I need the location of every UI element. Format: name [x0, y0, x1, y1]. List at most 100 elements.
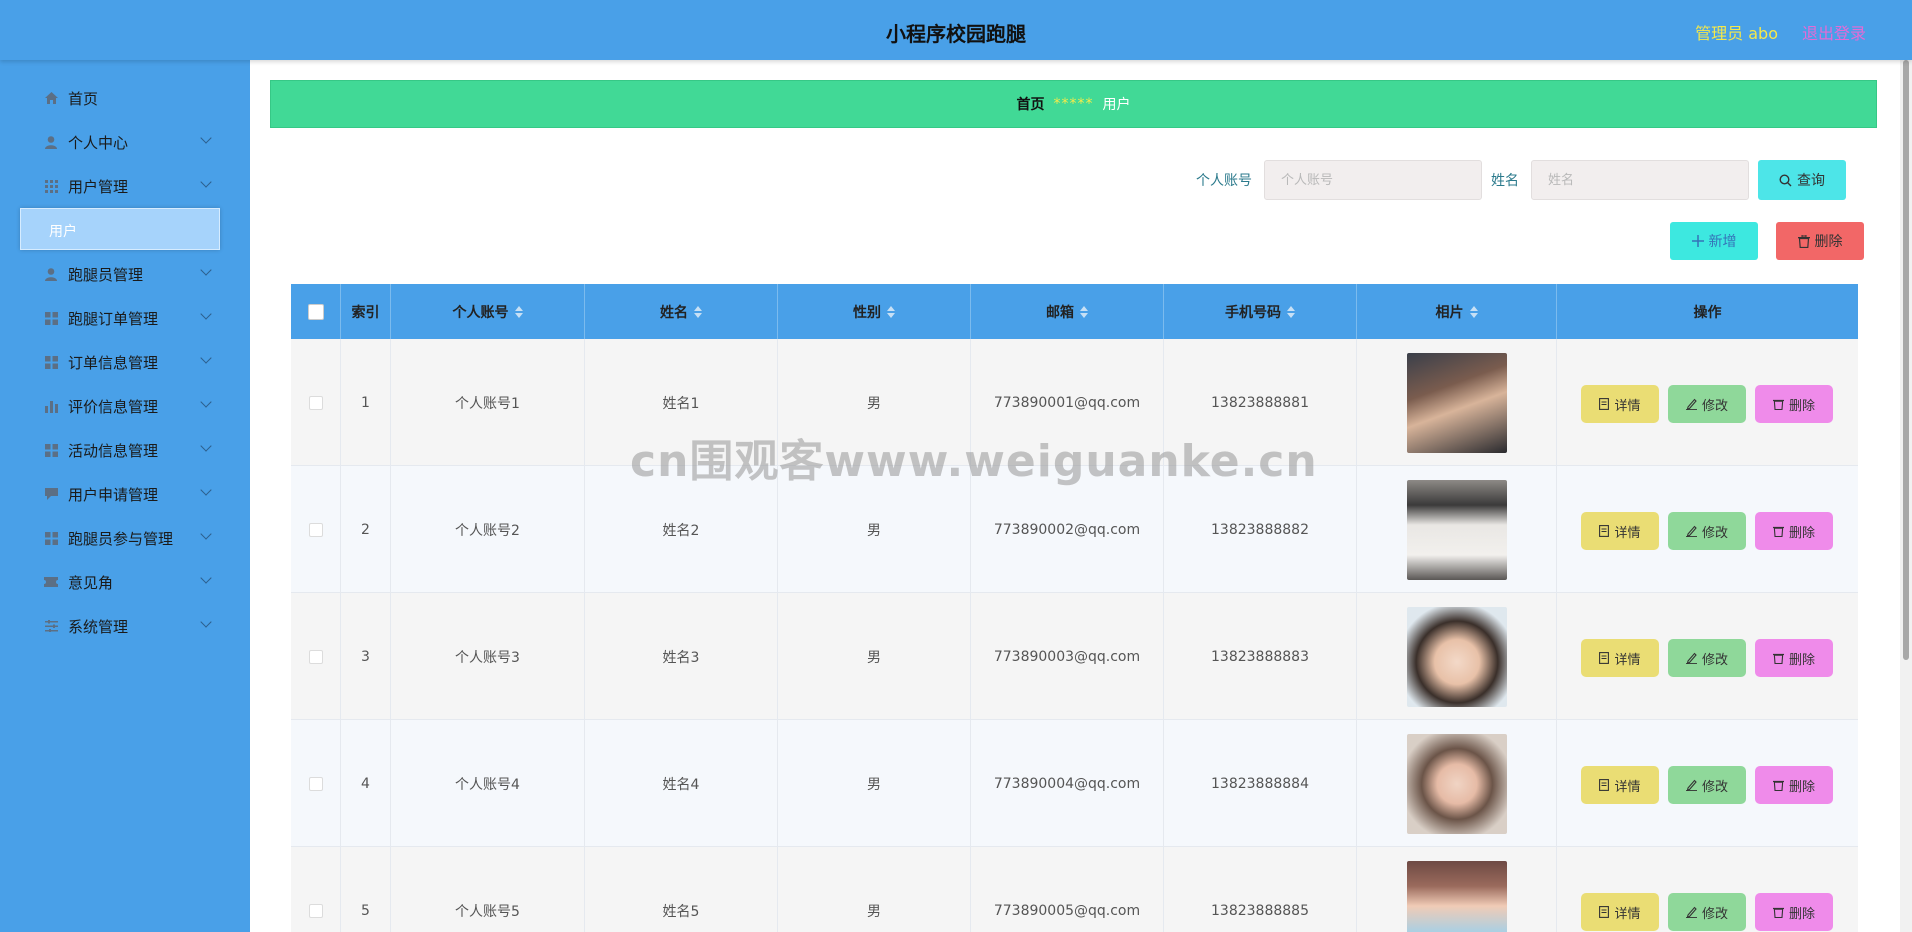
- row-checkbox[interactable]: [308, 776, 323, 791]
- sort-icon[interactable]: [887, 305, 895, 319]
- user-photo[interactable]: [1406, 733, 1507, 834]
- trash-icon: [1797, 234, 1810, 248]
- edit-button[interactable]: 修改: [1668, 385, 1746, 423]
- header-email[interactable]: 邮箱: [971, 284, 1164, 339]
- document-icon: [1599, 525, 1610, 537]
- header-account[interactable]: 个人账号: [391, 284, 585, 339]
- select-all-checkbox[interactable]: [307, 303, 324, 320]
- detail-button[interactable]: 详情: [1581, 385, 1659, 423]
- delete-button[interactable]: 删除: [1755, 512, 1833, 550]
- name-search-input[interactable]: [1531, 160, 1749, 200]
- header-phone[interactable]: 手机号码: [1164, 284, 1357, 339]
- pencil-icon: [1685, 398, 1697, 410]
- bar-chart-icon: [44, 399, 58, 413]
- detail-button[interactable]: 详情: [1581, 639, 1659, 677]
- cell-index: 5: [341, 847, 391, 932]
- edit-button[interactable]: 修改: [1668, 766, 1746, 804]
- sidebar-item-label: 系统管理: [68, 618, 129, 636]
- user-photo[interactable]: [1406, 606, 1507, 707]
- sidebar-item-runner-management[interactable]: 跑腿员管理: [0, 252, 250, 296]
- chevron-down-icon: [200, 132, 212, 144]
- table-row: 4 个人账号4 姓名4 男 773890004@qq.com 138238888…: [291, 720, 1858, 847]
- sidebar-item-review-management[interactable]: 评价信息管理: [0, 384, 250, 428]
- detail-button[interactable]: 详情: [1581, 893, 1659, 931]
- breadcrumb-home[interactable]: 首页: [1017, 94, 1045, 114]
- edit-button[interactable]: 修改: [1668, 512, 1746, 550]
- sidebar-item-personal-center[interactable]: 个人中心: [0, 120, 250, 164]
- delete-button[interactable]: 删除: [1755, 639, 1833, 677]
- vertical-scrollbar[interactable]: [1900, 60, 1912, 932]
- sort-icon[interactable]: [1287, 305, 1295, 319]
- header-photo[interactable]: 相片: [1357, 284, 1557, 339]
- delete-button[interactable]: 删除: [1755, 766, 1833, 804]
- sidebar: 首页 个人中心 用户管理 用户 跑腿员管理 跑腿订单管理 订单信息管理 评价信息…: [0, 60, 250, 932]
- sidebar-item-label: 跑腿员管理: [68, 266, 144, 284]
- cell-name: 姓名3: [585, 593, 778, 720]
- delete-button[interactable]: 删除: [1755, 385, 1833, 423]
- grid-icon: [44, 531, 58, 545]
- trash-icon: [1772, 907, 1784, 918]
- table-row: 5 个人账号5 姓名5 男 773890005@qq.com 138238888…: [291, 847, 1858, 932]
- row-checkbox[interactable]: [308, 649, 323, 664]
- sort-icon[interactable]: [514, 305, 523, 319]
- chevron-down-icon: [200, 176, 212, 188]
- cell-phone: 13823888884: [1164, 720, 1357, 847]
- watermark: cn围观客www.weiguanke.cn: [630, 436, 1318, 487]
- sidebar-item-errand-order-management[interactable]: 跑腿订单管理: [0, 296, 250, 340]
- sort-icon[interactable]: [1080, 305, 1088, 319]
- cell-index: 4: [341, 720, 391, 847]
- cell-email: 773890004@qq.com: [971, 720, 1164, 847]
- cell-account: 个人账号5: [391, 847, 585, 932]
- header-gender[interactable]: 性别: [778, 284, 971, 339]
- app-title: 小程序校园跑腿: [886, 22, 1026, 46]
- grid-icon: [44, 179, 58, 193]
- top-header: 小程序校园跑腿 管理员 abo 退出登录: [0, 0, 1912, 60]
- cell-index: 3: [341, 593, 391, 720]
- sidebar-item-feedback-corner[interactable]: 意见角: [0, 560, 250, 604]
- users-table: 索引 个人账号 姓名 性别 邮箱 手机号码 相片 操作 1 个人账号1 姓名1 …: [291, 284, 1858, 932]
- row-checkbox[interactable]: [308, 395, 323, 410]
- sidebar-subitem-users[interactable]: 用户: [20, 208, 220, 250]
- sidebar-item-runner-participation-management[interactable]: 跑腿员参与管理: [0, 516, 250, 560]
- cell-index: 1: [341, 339, 391, 466]
- sort-icon[interactable]: [694, 305, 702, 319]
- header-name[interactable]: 姓名: [585, 284, 778, 339]
- sidebar-item-activity-management[interactable]: 活动信息管理: [0, 428, 250, 472]
- detail-button[interactable]: 详情: [1581, 766, 1659, 804]
- user-photo[interactable]: [1406, 352, 1507, 453]
- cell-gender: 男: [778, 720, 971, 847]
- logout-link[interactable]: 退出登录: [1802, 20, 1866, 44]
- cell-account: 个人账号4: [391, 720, 585, 847]
- admin-name: 管理员 abo: [1695, 24, 1778, 43]
- table-row: 3 个人账号3 姓名3 男 773890003@qq.com 138238888…: [291, 593, 1858, 720]
- batch-delete-button[interactable]: 删除: [1776, 222, 1864, 260]
- table-header: 索引 个人账号 姓名 性别 邮箱 手机号码 相片 操作: [291, 284, 1858, 339]
- breadcrumb: 首页 ***** 用户: [270, 80, 1877, 128]
- query-button[interactable]: 查询: [1758, 160, 1846, 200]
- edit-button[interactable]: 修改: [1668, 893, 1746, 931]
- sidebar-item-user-application-management[interactable]: 用户申请管理: [0, 472, 250, 516]
- grid-icon: [44, 311, 58, 325]
- sidebar-item-label: 个人中心: [68, 134, 129, 152]
- add-button[interactable]: 新增: [1670, 222, 1758, 260]
- edit-button[interactable]: 修改: [1668, 639, 1746, 677]
- chevron-down-icon: [200, 440, 212, 452]
- delete-button[interactable]: 删除: [1755, 893, 1833, 931]
- scrollbar-thumb[interactable]: [1903, 60, 1909, 660]
- user-photo[interactable]: [1406, 860, 1507, 932]
- chevron-down-icon: [200, 396, 212, 408]
- chevron-down-icon: [200, 484, 212, 496]
- query-button-label: 查询: [1797, 173, 1825, 189]
- batch-delete-label: 删除: [1814, 234, 1843, 250]
- user-photo[interactable]: [1406, 479, 1507, 580]
- trash-icon: [1772, 399, 1784, 410]
- sidebar-item-user-management[interactable]: 用户管理: [0, 164, 250, 208]
- sidebar-item-order-info-management[interactable]: 订单信息管理: [0, 340, 250, 384]
- sidebar-item-home[interactable]: 首页: [0, 76, 250, 120]
- row-checkbox[interactable]: [308, 903, 323, 918]
- detail-button[interactable]: 详情: [1581, 512, 1659, 550]
- row-checkbox[interactable]: [308, 522, 323, 537]
- sidebar-item-system-management[interactable]: 系统管理: [0, 604, 250, 648]
- account-search-input[interactable]: [1264, 160, 1482, 200]
- sort-icon[interactable]: [1469, 305, 1478, 319]
